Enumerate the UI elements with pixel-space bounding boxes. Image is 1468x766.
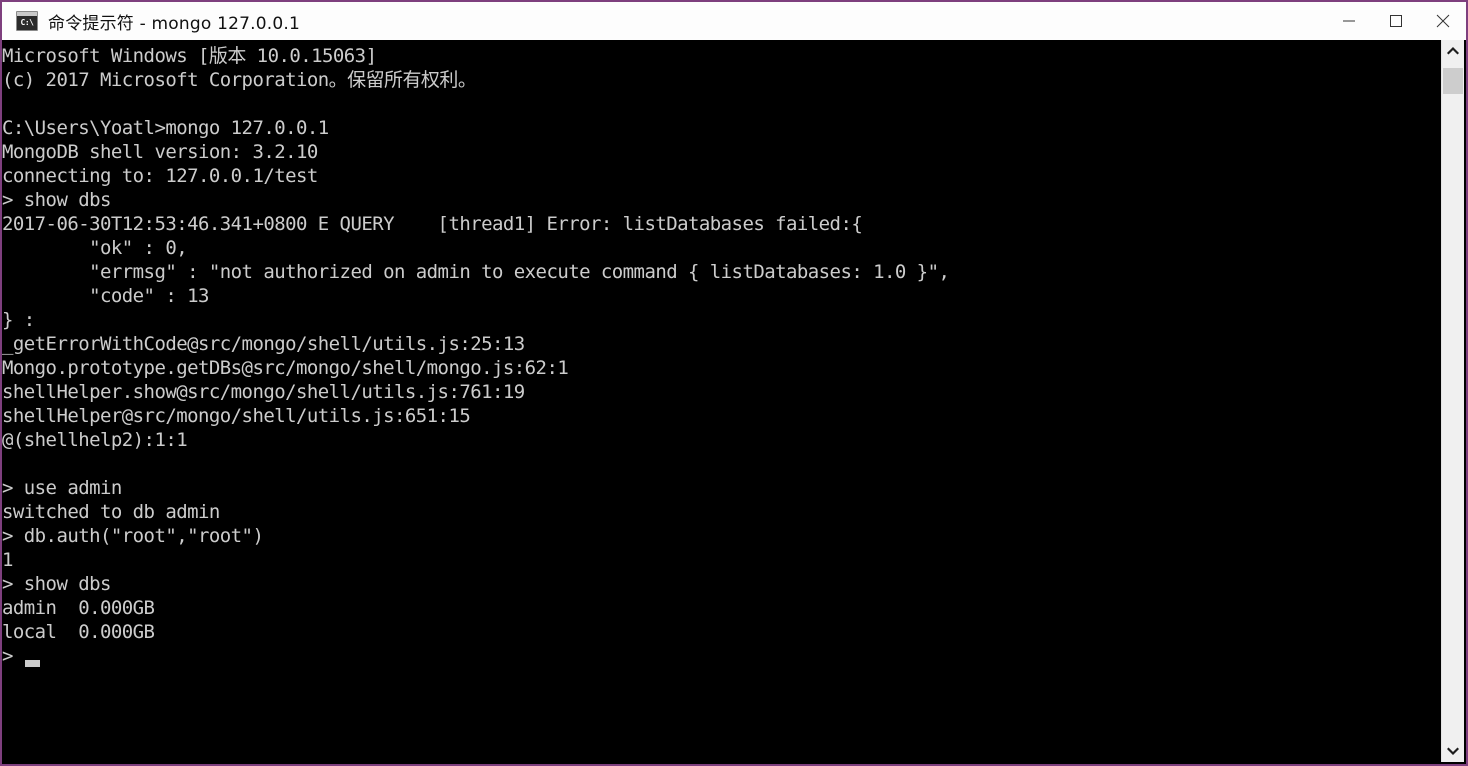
- titlebar: C:\ 命令提示符 - mongo 127.0.0.1: [2, 0, 1466, 40]
- console-line: @(shellhelp2):1:1: [2, 429, 188, 451]
- vertical-scrollbar[interactable]: [1441, 40, 1464, 762]
- maximize-icon: [1389, 15, 1402, 27]
- console-line: admin 0.000GB: [2, 597, 155, 619]
- scroll-thumb[interactable]: [1443, 68, 1463, 94]
- console-line: shellHelper.show@src/mongo/shell/utils.j…: [2, 381, 525, 403]
- console-line: > db.auth("root","root"): [2, 525, 264, 547]
- minimize-icon: [1342, 20, 1355, 22]
- console-line: > show dbs: [2, 189, 111, 211]
- console-line: switched to db admin: [2, 501, 220, 523]
- chevron-up-icon: [1447, 46, 1459, 55]
- console-line: "errmsg" : "not authorized on admin to e…: [2, 261, 950, 283]
- console-line: (c) 2017 Microsoft Corporation。保留所有权利。: [2, 69, 477, 91]
- console-line: Microsoft Windows [版本 10.0.15063]: [2, 45, 377, 67]
- scroll-up-button[interactable]: [1442, 40, 1464, 62]
- minimize-button[interactable]: [1325, 2, 1372, 40]
- console-line: "code" : 13: [2, 285, 209, 307]
- console-line: connecting to: 127.0.0.1/test: [2, 165, 318, 187]
- close-icon: [1436, 14, 1449, 28]
- console-output-area[interactable]: Microsoft Windows [版本 10.0.15063] (c) 201…: [2, 40, 1443, 762]
- text-cursor: [25, 660, 40, 667]
- console-line: Mongo.prototype.getDBs@src/mongo/shell/m…: [2, 357, 569, 379]
- close-button[interactable]: [1419, 2, 1466, 40]
- console-line: _getErrorWithCode@src/mongo/shell/utils.…: [2, 333, 525, 355]
- maximize-button[interactable]: [1372, 2, 1419, 40]
- console-line: 2017-06-30T12:53:46.341+0800 E QUERY [th…: [2, 213, 863, 235]
- window-controls: [1325, 2, 1466, 40]
- command-prompt-window: C:\ 命令提示符 - mongo 127.0.0.1 Microsoft Wi…: [0, 0, 1468, 766]
- console-line: C:\Users\Yoatl>mongo 127.0.0.1: [2, 117, 329, 139]
- console-line: local 0.000GB: [2, 621, 155, 643]
- console-line: > show dbs: [2, 573, 111, 595]
- console-line: >: [2, 644, 1443, 668]
- scroll-down-button[interactable]: [1442, 740, 1464, 762]
- console-line: MongoDB shell version: 3.2.10: [2, 141, 318, 163]
- console-line: 1: [2, 549, 13, 571]
- console-text: Microsoft Windows [版本 10.0.15063] (c) 201…: [2, 44, 1443, 668]
- chevron-down-icon: [1447, 747, 1459, 756]
- window-title: 命令提示符 - mongo 127.0.0.1: [48, 13, 300, 34]
- console-line: > use admin: [2, 477, 122, 499]
- console-line: shellHelper@src/mongo/shell/utils.js:651…: [2, 405, 471, 427]
- command-prompt-icon: C:\: [16, 11, 38, 31]
- command-prompt-icon-label: C:\: [20, 18, 34, 27]
- console-line: "ok" : 0,: [2, 237, 188, 259]
- console-line: } :: [2, 309, 35, 331]
